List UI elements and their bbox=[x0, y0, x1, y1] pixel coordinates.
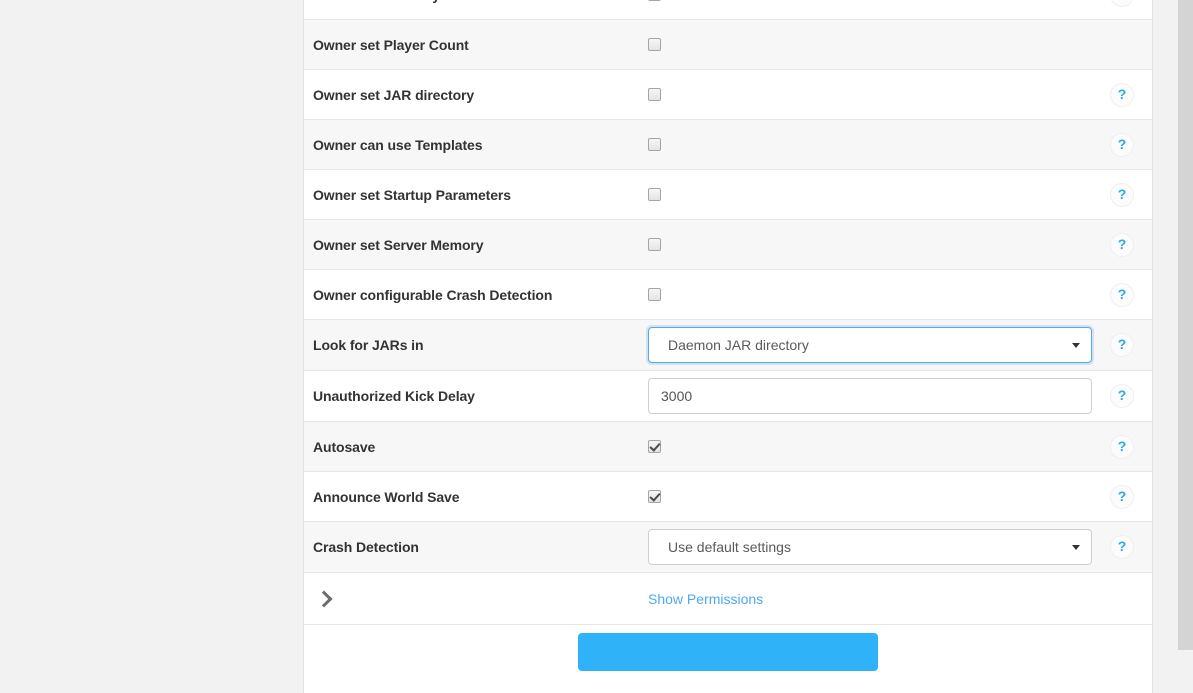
row-help: ? bbox=[1092, 333, 1152, 357]
row-control bbox=[648, 288, 1092, 301]
row-control: Show Permissions bbox=[648, 591, 1092, 607]
owner-can-use-templates-checkbox[interactable] bbox=[648, 138, 661, 151]
help-icon[interactable]: ? bbox=[1110, 182, 1134, 207]
row-control bbox=[648, 238, 1092, 251]
help-icon[interactable]: ? bbox=[1110, 484, 1134, 509]
settings-row-announce-world-save: Announce World Save ? bbox=[304, 472, 1152, 522]
settings-row-owner-can-use-templates: Owner can use Templates ? bbox=[304, 120, 1152, 170]
row-help: ? bbox=[1092, 232, 1152, 257]
select-value: Use default settings bbox=[668, 539, 791, 555]
chevron-right-icon[interactable] bbox=[315, 590, 333, 607]
owner-configurable-crash-detection-checkbox[interactable] bbox=[648, 288, 661, 301]
row-help: ? bbox=[1092, 82, 1152, 107]
owner-set-startup-parameters-checkbox[interactable] bbox=[648, 188, 661, 201]
show-permissions-row[interactable]: Show Permissions bbox=[304, 573, 1152, 625]
row-help: ? bbox=[1092, 384, 1152, 408]
help-icon[interactable]: ? bbox=[1110, 282, 1134, 307]
row-label: Owner set Player Count bbox=[313, 36, 469, 53]
row-label: Owner configurable Crash Detection bbox=[313, 286, 553, 303]
settings-row-owner-set-visibility: Owner set Visibility ? bbox=[304, 0, 1152, 20]
help-icon[interactable]: ? bbox=[1110, 535, 1134, 559]
expander-cell bbox=[313, 590, 648, 607]
settings-row-autosave: Autosave ? bbox=[304, 422, 1152, 472]
settings-panel: Owner set Visibility ? Owner set Player … bbox=[303, 0, 1153, 693]
help-icon[interactable]: ? bbox=[1110, 132, 1134, 157]
settings-row-owner-set-server-memory: Owner set Server Memory ? bbox=[304, 220, 1152, 270]
settings-row-unauthorized-kick-delay: Unauthorized Kick Delay ? bbox=[304, 371, 1152, 422]
crash-detection-select[interactable]: Use default settings bbox=[648, 529, 1092, 565]
owner-set-server-memory-checkbox[interactable] bbox=[648, 238, 661, 251]
row-label: Look for JARs in bbox=[313, 337, 424, 353]
row-help: ? bbox=[1092, 282, 1152, 307]
footer-actions bbox=[304, 625, 1152, 693]
settings-row-look-for-jars-in: Look for JARs in Daemon JAR directory ? bbox=[304, 320, 1152, 371]
row-control bbox=[648, 138, 1092, 151]
unauthorized-kick-delay-input[interactable] bbox=[648, 378, 1092, 414]
help-icon[interactable]: ? bbox=[1110, 384, 1134, 408]
help-icon[interactable]: ? bbox=[1110, 232, 1134, 257]
row-label: Owner set Visibility bbox=[313, 0, 648, 3]
settings-row-owner-set-startup-parameters: Owner set Startup Parameters ? bbox=[304, 170, 1152, 220]
row-label: Owner set JAR directory bbox=[313, 86, 475, 103]
help-icon[interactable]: ? bbox=[1110, 82, 1134, 107]
help-icon[interactable]: ? bbox=[1110, 434, 1134, 459]
row-control bbox=[648, 490, 1092, 503]
row-help: ? bbox=[1092, 182, 1152, 207]
row-control bbox=[648, 0, 1092, 1]
autosave-checkbox[interactable] bbox=[648, 440, 661, 453]
row-control: Daemon JAR directory bbox=[648, 327, 1092, 363]
row-control: Use default settings bbox=[648, 529, 1092, 565]
row-label: Announce World Save bbox=[313, 488, 460, 505]
owner-set-visibility-checkbox[interactable] bbox=[648, 0, 661, 1]
settings-row-owner-set-player-count: Owner set Player Count bbox=[304, 20, 1152, 70]
row-label: Owner can use Templates bbox=[313, 136, 483, 153]
settings-row-owner-configurable-crash-detection: Owner configurable Crash Detection ? bbox=[304, 270, 1152, 320]
row-control bbox=[648, 38, 1092, 51]
help-icon[interactable]: ? bbox=[1110, 0, 1134, 7]
chevron-down-icon bbox=[1072, 545, 1080, 550]
page-scrollbar[interactable] bbox=[1178, 0, 1193, 650]
row-control bbox=[648, 88, 1092, 101]
row-control bbox=[648, 378, 1092, 414]
look-for-jars-in-select[interactable]: Daemon JAR directory bbox=[648, 327, 1092, 363]
row-help: ? bbox=[1092, 484, 1152, 509]
row-help: ? bbox=[1092, 132, 1152, 157]
row-label: Owner set Server Memory bbox=[313, 236, 484, 253]
row-label: Autosave bbox=[313, 438, 376, 455]
row-label: Crash Detection bbox=[313, 539, 419, 555]
chevron-down-icon bbox=[1072, 343, 1080, 348]
settings-row-crash-detection: Crash Detection Use default settings ? bbox=[304, 522, 1152, 573]
help-icon[interactable]: ? bbox=[1110, 333, 1134, 357]
row-control bbox=[648, 440, 1092, 453]
settings-page: Owner set Visibility ? Owner set Player … bbox=[0, 0, 1193, 693]
announce-world-save-checkbox[interactable] bbox=[648, 490, 661, 503]
save-button[interactable] bbox=[578, 633, 878, 671]
scrollbar-thumb[interactable] bbox=[1178, 0, 1193, 650]
select-value: Daemon JAR directory bbox=[668, 337, 809, 353]
owner-set-jar-directory-checkbox[interactable] bbox=[648, 88, 661, 101]
row-control bbox=[648, 188, 1092, 201]
row-label: Unauthorized Kick Delay bbox=[313, 388, 475, 404]
owner-set-player-count-checkbox[interactable] bbox=[648, 38, 661, 51]
row-help: ? bbox=[1092, 0, 1152, 7]
row-help: ? bbox=[1092, 535, 1152, 559]
row-label: Owner set Startup Parameters bbox=[313, 186, 511, 203]
row-help: ? bbox=[1092, 434, 1152, 459]
settings-row-owner-set-jar-directory: Owner set JAR directory ? bbox=[304, 70, 1152, 120]
show-permissions-link[interactable]: Show Permissions bbox=[648, 591, 763, 607]
